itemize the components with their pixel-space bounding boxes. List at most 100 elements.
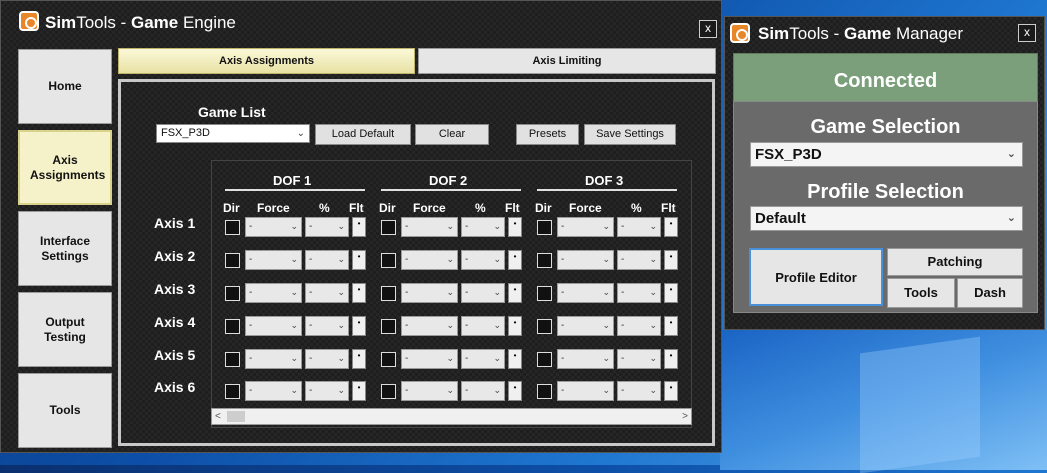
percent-select[interactable]: - ⌄ (305, 250, 349, 270)
direction-checkbox[interactable] (537, 384, 552, 399)
percent-select[interactable]: - ⌄ (617, 349, 661, 369)
horizontal-scrollbar[interactable]: < > (211, 408, 692, 425)
filter-button[interactable]: • (352, 381, 366, 401)
percent-select[interactable]: - ⌄ (461, 349, 505, 369)
filter-button[interactable]: • (352, 316, 366, 336)
force-select[interactable]: - ⌄ (557, 250, 614, 270)
load-default-button[interactable]: Load Default (315, 124, 411, 145)
engine-close-button[interactable]: x (699, 20, 717, 38)
filter-button[interactable]: • (508, 381, 522, 401)
nav-interface-settings[interactable]: Interface Settings (18, 211, 112, 286)
force-value: - (405, 287, 409, 298)
percent-select[interactable]: - ⌄ (461, 283, 505, 303)
direction-checkbox[interactable] (537, 352, 552, 367)
direction-checkbox[interactable] (381, 352, 396, 367)
force-select[interactable]: - ⌄ (401, 316, 458, 336)
tab-axis-assignments[interactable]: Axis Assignments (118, 48, 415, 74)
percent-select[interactable]: - ⌄ (617, 283, 661, 303)
nav-tools[interactable]: Tools (18, 373, 112, 448)
scrollbar-thumb[interactable] (227, 411, 245, 422)
force-select[interactable]: - ⌄ (557, 217, 614, 237)
percent-select[interactable]: - ⌄ (305, 283, 349, 303)
percent-select[interactable]: - ⌄ (461, 381, 505, 401)
force-select[interactable]: - ⌄ (245, 381, 302, 401)
force-select[interactable]: - ⌄ (401, 217, 458, 237)
manager-close-button[interactable]: x (1018, 24, 1036, 42)
nav-home[interactable]: Home (18, 49, 112, 124)
force-select[interactable]: - ⌄ (557, 349, 614, 369)
percent-select[interactable]: - ⌄ (461, 316, 505, 336)
scroll-left-icon[interactable]: < (215, 409, 221, 424)
filter-button[interactable]: • (508, 283, 522, 303)
force-select[interactable]: - ⌄ (245, 250, 302, 270)
presets-button[interactable]: Presets (516, 124, 579, 145)
filter-button[interactable]: • (664, 250, 678, 270)
percent-value: - (621, 385, 625, 396)
percent-select[interactable]: - ⌄ (461, 250, 505, 270)
direction-checkbox[interactable] (381, 286, 396, 301)
filter-button[interactable]: • (664, 381, 678, 401)
game-selection-select[interactable]: FSX_P3D ⌄ (750, 142, 1023, 167)
direction-checkbox[interactable] (537, 319, 552, 334)
filter-button[interactable]: • (508, 217, 522, 237)
direction-checkbox[interactable] (537, 220, 552, 235)
direction-checkbox[interactable] (381, 319, 396, 334)
direction-checkbox[interactable] (225, 253, 240, 268)
clear-button[interactable]: Clear (415, 124, 489, 145)
percent-select[interactable]: - ⌄ (617, 316, 661, 336)
axis-row-label: Axis 6 (154, 379, 196, 395)
tools-button[interactable]: Tools (887, 278, 955, 308)
filter-button[interactable]: • (664, 283, 678, 303)
direction-checkbox[interactable] (225, 384, 240, 399)
dash-button[interactable]: Dash (957, 278, 1023, 308)
percent-select[interactable]: - ⌄ (305, 349, 349, 369)
nav-axis-assignments[interactable]: Axis Assignments (18, 130, 112, 205)
force-select[interactable]: - ⌄ (245, 283, 302, 303)
filter-button[interactable]: • (664, 316, 678, 336)
force-select[interactable]: - ⌄ (245, 349, 302, 369)
filter-button[interactable]: • (352, 283, 366, 303)
filter-button[interactable]: • (508, 250, 522, 270)
percent-select[interactable]: - ⌄ (617, 381, 661, 401)
force-select[interactable]: - ⌄ (245, 316, 302, 336)
percent-select[interactable]: - ⌄ (305, 381, 349, 401)
force-select[interactable]: - ⌄ (401, 283, 458, 303)
direction-checkbox[interactable] (381, 253, 396, 268)
filter-button[interactable]: • (352, 217, 366, 237)
direction-checkbox[interactable] (537, 286, 552, 301)
percent-select[interactable]: - ⌄ (305, 217, 349, 237)
force-select[interactable]: - ⌄ (401, 381, 458, 401)
profile-selection-select[interactable]: Default ⌄ (750, 206, 1023, 231)
force-select[interactable]: - ⌄ (401, 250, 458, 270)
filter-button[interactable]: • (352, 349, 366, 369)
nav-output-testing[interactable]: Output Testing (18, 292, 112, 367)
patching-button[interactable]: Patching (887, 248, 1023, 276)
profile-editor-button[interactable]: Profile Editor (749, 248, 883, 306)
filter-button[interactable]: • (508, 316, 522, 336)
direction-checkbox[interactable] (225, 220, 240, 235)
direction-checkbox[interactable] (381, 220, 396, 235)
force-select[interactable]: - ⌄ (245, 217, 302, 237)
force-select[interactable]: - ⌄ (557, 316, 614, 336)
percent-select[interactable]: - ⌄ (461, 217, 505, 237)
filter-button[interactable]: • (664, 217, 678, 237)
direction-checkbox[interactable] (225, 286, 240, 301)
tab-axis-limiting[interactable]: Axis Limiting (418, 48, 716, 74)
direction-checkbox[interactable] (225, 319, 240, 334)
percent-select[interactable]: - ⌄ (305, 316, 349, 336)
percent-select[interactable]: - ⌄ (617, 217, 661, 237)
filter-button[interactable]: • (664, 349, 678, 369)
filter-button[interactable]: • (508, 349, 522, 369)
save-settings-button[interactable]: Save Settings (584, 124, 676, 145)
game-list-select[interactable]: FSX_P3D ⌄ (156, 124, 310, 143)
force-select[interactable]: - ⌄ (557, 381, 614, 401)
direction-checkbox[interactable] (381, 384, 396, 399)
direction-checkbox[interactable] (225, 352, 240, 367)
direction-checkbox[interactable] (537, 253, 552, 268)
percent-select[interactable]: - ⌄ (617, 250, 661, 270)
chevron-down-icon: ⌄ (1006, 212, 1016, 224)
force-select[interactable]: - ⌄ (557, 283, 614, 303)
filter-button[interactable]: • (352, 250, 366, 270)
scroll-right-icon[interactable]: > (682, 409, 688, 424)
force-select[interactable]: - ⌄ (401, 349, 458, 369)
